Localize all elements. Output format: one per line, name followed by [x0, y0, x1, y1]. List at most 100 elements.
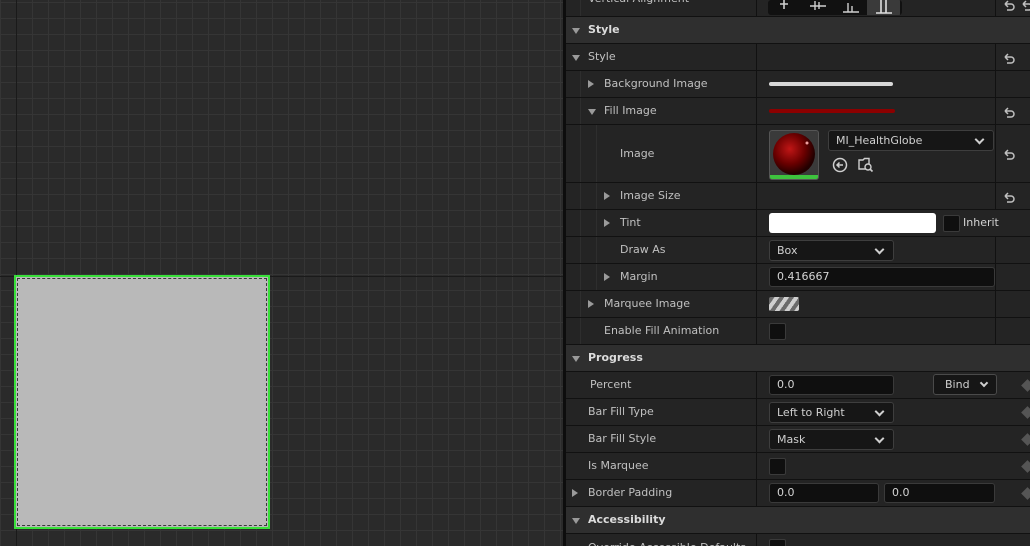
bind-button[interactable]: Bind — [933, 374, 997, 395]
row-label: Vertical Alignment — [588, 0, 689, 12]
row-label: Override Accessible Defaults — [588, 535, 746, 546]
row-tint: Tint Inherit — [566, 210, 1030, 237]
expand-arrow-icon[interactable] — [588, 300, 594, 308]
bar-fill-style-dropdown[interactable]: Mask — [769, 429, 894, 450]
row-label: Fill Image — [604, 104, 657, 117]
keyframe-diamond-icon[interactable] — [1021, 460, 1030, 473]
draw-as-dropdown[interactable]: Box — [769, 240, 894, 261]
chevron-down-icon — [874, 406, 885, 417]
expand-arrow-icon[interactable] — [588, 80, 594, 88]
is-marquee-checkbox[interactable] — [769, 458, 786, 475]
browse-asset-icon[interactable] — [857, 156, 874, 173]
widget-dashed-outline — [17, 278, 267, 526]
fill-image-preview[interactable] — [769, 109, 895, 113]
expand-arrow-icon[interactable] — [604, 273, 610, 281]
row-label: Style — [588, 50, 616, 63]
collapse-arrow-icon[interactable] — [572, 55, 580, 61]
tint-color-swatch[interactable] — [769, 213, 936, 233]
marquee-image-preview[interactable] — [769, 297, 799, 311]
dropdown-value: Box — [777, 244, 798, 257]
margin-input[interactable]: 0.416667 — [769, 267, 995, 287]
collapse-arrow-icon[interactable] — [572, 356, 580, 362]
row-label: Is Marquee — [588, 459, 649, 472]
align-center-icon[interactable] — [801, 0, 834, 15]
category-label: Accessibility — [588, 513, 666, 526]
row-label: Draw As — [620, 243, 666, 256]
row-label: Marquee Image — [604, 297, 690, 310]
row-style: Style — [566, 44, 1030, 71]
collapse-arrow-icon[interactable] — [572, 28, 580, 34]
row-enable-fill-animation: Enable Fill Animation — [566, 318, 1030, 345]
row-label: Border Padding — [588, 486, 673, 499]
row-label: Tint — [620, 216, 641, 229]
expand-arrow-icon[interactable] — [572, 489, 578, 497]
image-thumbnail[interactable] — [769, 130, 819, 180]
category-accessibility[interactable]: Accessibility — [566, 507, 1030, 534]
reset-arrow-icon[interactable] — [1002, 51, 1016, 65]
border-padding-x-input[interactable]: 0.0 — [769, 483, 879, 503]
use-selected-asset-icon[interactable] — [832, 157, 848, 173]
vertical-alignment-buttons — [768, 0, 902, 15]
dropdown-value: Left to Right — [777, 406, 845, 419]
category-progress[interactable]: Progress — [566, 345, 1030, 372]
row-vertical-alignment: Vertical Alignment — [566, 0, 1030, 17]
inherit-checkbox[interactable] — [943, 215, 960, 232]
row-border-padding: Border Padding 0.0 0.0 — [566, 480, 1030, 507]
category-label: Progress — [588, 351, 643, 364]
asset-name: MI_HealthGlobe — [836, 134, 923, 147]
enable-fill-animation-checkbox[interactable] — [769, 323, 786, 340]
row-background-image: Background Image — [566, 71, 1030, 98]
background-image-preview[interactable] — [769, 82, 893, 86]
row-label: Enable Fill Animation — [604, 324, 720, 337]
inherit-label: Inherit — [963, 216, 999, 229]
row-bar-fill-style: Bar Fill Style Mask — [566, 426, 1030, 453]
align-fill-icon[interactable] — [867, 0, 900, 15]
border-padding-y-input[interactable]: 0.0 — [884, 483, 995, 503]
reset-arrow-icon[interactable] — [1002, 0, 1016, 12]
row-draw-as: Draw As Box — [566, 237, 1030, 264]
row-label: Bar Fill Style — [588, 432, 657, 445]
collapse-arrow-icon[interactable] — [572, 518, 580, 524]
row-override-accessible-defaults: Override Accessible Defaults — [566, 534, 1030, 546]
row-is-marquee: Is Marquee — [566, 453, 1030, 480]
align-bottom-icon[interactable] — [834, 0, 867, 15]
keyframe-diamond-icon[interactable] — [1021, 487, 1030, 500]
row-label: Image — [620, 147, 655, 160]
keyframe-diamond-icon[interactable] — [1021, 406, 1030, 419]
reset-arrow-icon[interactable] — [1002, 190, 1016, 204]
bar-fill-type-dropdown[interactable]: Left to Right — [769, 402, 894, 423]
reset-arrow-icon[interactable] — [1002, 105, 1016, 119]
expand-arrow-icon[interactable] — [604, 219, 610, 227]
reset-arrow-icon[interactable] — [1002, 147, 1016, 161]
align-top-icon[interactable] — [768, 0, 801, 15]
image-asset-picker[interactable]: MI_HealthGlobe — [828, 130, 994, 151]
expand-arrow-icon[interactable] — [604, 192, 610, 200]
keyframe-diamond-icon[interactable] — [1021, 433, 1030, 446]
bind-label: Bind — [945, 378, 970, 391]
category-style[interactable]: Style — [566, 17, 1030, 44]
row-label: Percent — [590, 378, 632, 391]
dropdown-value: Mask — [777, 433, 806, 446]
row-label: Margin — [620, 270, 658, 283]
row-image: Image MI_HealthGlobe — [566, 125, 1030, 183]
override-accessible-defaults-checkbox[interactable] — [769, 539, 786, 546]
collapse-arrow-icon[interactable] — [588, 109, 596, 115]
designer-viewport[interactable] — [0, 0, 563, 546]
chevron-down-icon — [979, 378, 989, 388]
chevron-down-icon — [874, 433, 885, 444]
row-label: Bar Fill Type — [588, 405, 654, 418]
reset-arrow-icon[interactable] — [1020, 0, 1030, 12]
row-fill-image: Fill Image — [566, 98, 1030, 125]
row-margin: Margin 0.416667 — [566, 264, 1030, 291]
percent-input[interactable]: 0.0 — [769, 375, 894, 395]
category-label: Style — [588, 23, 620, 36]
keyframe-diamond-icon[interactable] — [1021, 379, 1030, 392]
chevron-down-icon — [974, 134, 985, 145]
row-label: Background Image — [604, 77, 708, 90]
details-panel: Vertical Alignment Style Style — [566, 0, 1030, 546]
row-image-size: Image Size — [566, 183, 1030, 210]
row-percent: Percent 0.0 Bind — [566, 372, 1030, 399]
row-label: Image Size — [620, 189, 681, 202]
chevron-down-icon — [874, 244, 885, 255]
selected-progress-bar-widget[interactable] — [14, 275, 270, 529]
